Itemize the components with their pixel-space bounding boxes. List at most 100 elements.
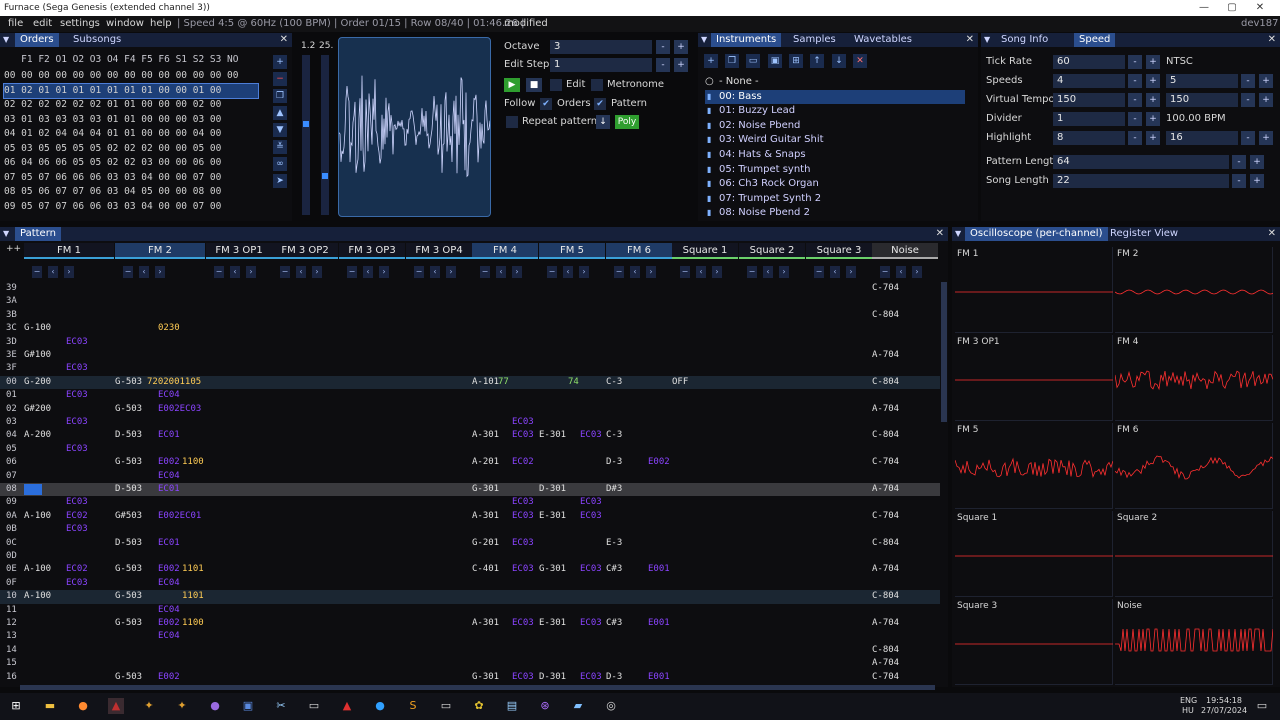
pattern-cell[interactable]: E002 — [158, 456, 180, 469]
pattern-cell[interactable]: E002 — [158, 563, 180, 576]
pattern-row[interactable]: 08 D-503 EC01 G-301 D-301 D#3 A-704 — [0, 483, 940, 497]
pattern-cell[interactable]: 0230 — [158, 322, 180, 335]
instrument-item[interactable]: ▮ 04: Hats & Snaps — [705, 148, 965, 162]
add-effect-column-icon[interactable]: › — [912, 266, 922, 278]
pattern-length-plus[interactable]: + — [1250, 155, 1264, 169]
add-effect-column-icon[interactable]: › — [64, 266, 74, 278]
remove-effect-column-icon[interactable]: ‹ — [363, 266, 373, 278]
minimize-icon[interactable]: — — [1190, 0, 1218, 16]
maximize-icon[interactable]: ▢ — [1218, 0, 1246, 16]
pattern-cell[interactable]: C#3 — [606, 617, 622, 630]
app-icon-5[interactable]: ✂ — [273, 698, 289, 714]
keyboard-layout[interactable]: HU — [1182, 706, 1194, 715]
pattern-cell[interactable]: E001 — [648, 617, 670, 630]
pattern-cell[interactable]: D#3 — [606, 483, 622, 496]
delete-icon[interactable]: ✕ — [853, 54, 867, 68]
step-field[interactable]: 1 — [550, 58, 652, 72]
channel-header[interactable]: FM 3 OP1 — [206, 243, 272, 259]
close-icon[interactable]: ✕ — [280, 33, 288, 47]
arrow-down-icon[interactable]: ↓ — [596, 115, 610, 129]
pattern-cell[interactable]: E002 — [158, 617, 180, 630]
collapse-channel-icon[interactable]: − — [414, 266, 424, 278]
app-icon-10[interactable]: ✿ — [471, 698, 487, 714]
notifications-icon[interactable]: ▭ — [1254, 698, 1270, 714]
duplicate-icon[interactable]: ❐ — [725, 54, 739, 68]
collapse-channel-icon[interactable]: − — [814, 266, 824, 278]
file-explorer-icon[interactable]: ▬ — [42, 698, 58, 714]
pattern-cell[interactable]: A-704 — [872, 483, 899, 496]
save-icon[interactable]: ▣ — [768, 54, 782, 68]
pattern-cell[interactable]: E002 — [648, 456, 670, 469]
pattern-cell[interactable]: A-704 — [872, 563, 899, 576]
add-order-icon[interactable]: + — [273, 55, 287, 69]
close-icon[interactable]: ✕ — [1268, 227, 1276, 241]
start-icon[interactable]: ⊞ — [8, 698, 24, 714]
vtempo2-plus[interactable]: + — [1259, 93, 1273, 107]
pattern-cell[interactable]: C-401 — [472, 563, 499, 576]
remove-effect-column-icon[interactable]: ‹ — [896, 266, 906, 278]
clock-date[interactable]: 27/07/2024 — [1201, 706, 1247, 715]
order-row[interactable]: 08 05 06 07 07 06 03 04 05 00 00 08 00 — [4, 185, 258, 199]
tab-samples[interactable]: Samples — [788, 33, 841, 47]
speed2-plus[interactable]: + — [1259, 74, 1273, 88]
pattern-cell[interactable]: 74 — [568, 376, 579, 389]
pattern-cell[interactable]: G-503 — [115, 456, 142, 469]
pattern-cell[interactable]: EC02 — [512, 456, 534, 469]
order-row[interactable]: 02 02 02 02 02 02 01 01 00 00 00 02 00 — [4, 98, 258, 112]
app-icon-12[interactable]: ⊛ — [537, 698, 553, 714]
collapse-channel-icon[interactable]: − — [32, 266, 42, 278]
collapse-channel-icon[interactable]: − — [347, 266, 357, 278]
pattern-cell[interactable]: C-804 — [872, 644, 899, 657]
add-effect-column-icon[interactable]: › — [512, 266, 522, 278]
pattern-cell[interactable]: OFF — [672, 376, 688, 389]
pattern-cell[interactable]: EC04 — [158, 470, 180, 483]
close-icon[interactable]: ✕ — [1268, 33, 1276, 47]
instrument-item[interactable]: ▮ 05: Trumpet synth — [705, 163, 965, 177]
pattern-row[interactable]: 3B C-804 — [0, 309, 940, 322]
pattern-cell[interactable]: EC03 — [512, 671, 534, 684]
order-row[interactable]: 09 05 07 07 06 06 03 03 04 00 00 07 00 — [4, 200, 258, 214]
collapse-icon[interactable]: ▼ — [955, 227, 961, 241]
pattern-cell[interactable]: EC03 — [512, 510, 534, 523]
collapse-channel-icon[interactable]: − — [214, 266, 224, 278]
add-effect-column-icon[interactable]: › — [379, 266, 389, 278]
pattern-cell[interactable]: EC03 — [512, 537, 534, 550]
instrument-item[interactable]: ▮ 08: Noise Pbend 2 — [705, 206, 965, 220]
tab-pattern[interactable]: Pattern — [15, 227, 61, 241]
octave-field[interactable]: 3 — [550, 40, 652, 54]
app-icon-14[interactable]: ◎ — [603, 698, 619, 714]
highlight2-plus[interactable]: + — [1259, 131, 1273, 145]
pattern-cell[interactable]: 1100 — [182, 617, 204, 630]
pattern-cell[interactable]: EC03 — [580, 496, 602, 509]
move-down-icon[interactable]: ▼ — [273, 123, 287, 137]
pattern-cell[interactable]: A-100 — [24, 563, 51, 576]
pattern-cell[interactable]: A-301 — [472, 617, 499, 630]
instrument-item[interactable]: ▮ 00: Bass — [705, 89, 965, 104]
pattern-cell[interactable]: EC01 — [158, 483, 180, 496]
menu-window[interactable]: window — [106, 16, 144, 32]
link-icon[interactable]: ∞ — [273, 157, 287, 171]
pattern-row[interactable]: 0F EC03 EC04 — [0, 577, 940, 590]
pattern-cell[interactable]: E-301 — [539, 429, 566, 442]
follow-pattern-checkbox[interactable]: ✔ — [594, 98, 606, 110]
add-effect-column-icon[interactable]: › — [246, 266, 256, 278]
menu-settings[interactable]: settings — [60, 16, 100, 32]
pattern-row[interactable]: 07 EC04 — [0, 470, 940, 483]
pattern-row[interactable]: 04 A-200 D-503 EC01 A-301 EC03 E-301 EC03 C-3 C-8… — [0, 429, 940, 442]
pattern-cell[interactable]: E-301 — [539, 617, 566, 630]
app-icon-3[interactable]: ● — [207, 698, 223, 714]
pattern-cell[interactable]: EC03 — [66, 523, 88, 536]
highlight1-minus[interactable]: - — [1128, 131, 1142, 145]
collapse-channel-icon[interactable]: − — [680, 266, 690, 278]
order-row[interactable]: 00 00 00 00 00 00 00 00 00 00 00 00 00 0… — [4, 69, 258, 83]
pattern-cell[interactable]: C#3 — [606, 563, 622, 576]
app-icon-8[interactable]: ● — [372, 698, 388, 714]
instrument-item[interactable]: ▮ 03: Weird Guitar Shit — [705, 133, 965, 147]
pattern-cell[interactable]: EC03 — [66, 336, 88, 349]
pattern-row[interactable]: 3C G-100 0230 — [0, 322, 940, 335]
pattern-cell[interactable]: A-201 — [472, 456, 499, 469]
instrument-item[interactable]: ▮ 02: Noise Pbend — [705, 119, 965, 133]
tab-oscilloscope[interactable]: Oscilloscope (per-channel) — [965, 227, 1108, 241]
move-up-icon[interactable]: ▲ — [273, 106, 287, 120]
pattern-cell[interactable]: G-503 — [115, 403, 142, 416]
